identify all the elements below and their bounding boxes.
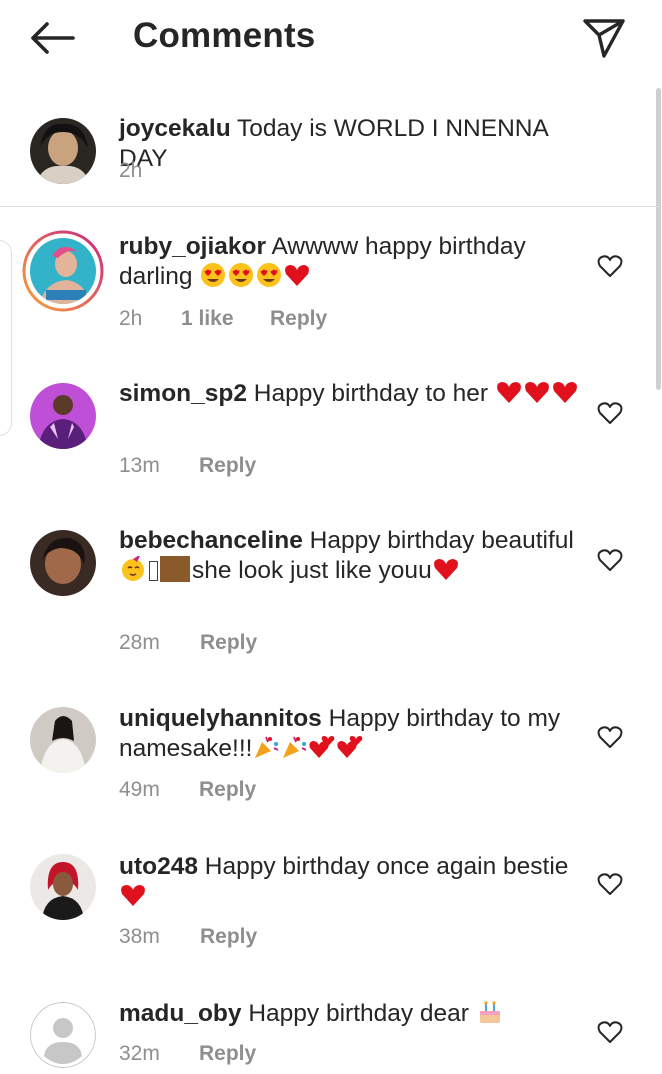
heart-outline-icon bbox=[597, 402, 623, 424]
reply-button[interactable]: Reply bbox=[199, 454, 256, 478]
like-button[interactable] bbox=[596, 1018, 624, 1046]
avatar[interactable] bbox=[30, 707, 96, 773]
caption-meta: 2h bbox=[119, 159, 181, 183]
like-button[interactable] bbox=[596, 399, 624, 427]
like-count[interactable]: 1 like bbox=[181, 307, 270, 331]
avatar[interactable] bbox=[30, 1002, 96, 1068]
heart-outline-icon bbox=[597, 1021, 623, 1043]
comment-text: uto248 Happy birthday once again bestie bbox=[119, 852, 589, 912]
comment-body: Happy birthday to her bbox=[247, 380, 495, 407]
heart-outline-icon bbox=[597, 873, 623, 895]
comment-username[interactable]: simon_sp2 bbox=[119, 380, 247, 407]
comment-body: Happy birthday beautiful bbox=[302, 527, 574, 554]
heart-eyes-emoji bbox=[199, 263, 283, 290]
comment-meta: 13m Reply bbox=[119, 454, 256, 478]
page-title: Comments bbox=[133, 16, 316, 55]
heart-outline-icon bbox=[597, 255, 623, 277]
comment-text: ruby_ojiakor Awwww happy birthday darlin… bbox=[119, 232, 589, 292]
red-heart-emoji bbox=[283, 263, 311, 290]
comment-meta: 32m Reply bbox=[119, 1042, 256, 1066]
reply-button[interactable]: Reply bbox=[199, 778, 256, 802]
reply-button[interactable]: Reply bbox=[270, 307, 327, 331]
timestamp: 13m bbox=[119, 454, 160, 477]
skin-tone-modifier bbox=[149, 561, 158, 581]
avatar[interactable] bbox=[30, 530, 96, 596]
timestamp: 32m bbox=[119, 1042, 160, 1065]
timestamp: 49m bbox=[119, 778, 160, 801]
caption-username[interactable]: joycekalu bbox=[119, 115, 231, 142]
heart-outline-icon bbox=[597, 726, 623, 748]
red-heart-emoji bbox=[495, 380, 579, 407]
comment-meta: 49m Reply bbox=[119, 778, 256, 802]
comment-meta: 2h 1 like Reply bbox=[119, 307, 327, 331]
comment-meta: 38m Reply bbox=[119, 925, 257, 949]
comment-username[interactable]: uto248 bbox=[119, 853, 198, 880]
comment-username[interactable]: madu_oby bbox=[119, 1000, 242, 1027]
red-heart-emoji bbox=[119, 883, 147, 910]
top-bar: Comments bbox=[0, 0, 662, 80]
timestamp: 38m bbox=[119, 925, 160, 948]
like-button[interactable] bbox=[596, 723, 624, 751]
timestamp: 28m bbox=[119, 631, 160, 654]
comment-body: Happy birthday once again bestie bbox=[197, 853, 569, 880]
comment-username[interactable]: uniquelyhannitos bbox=[119, 705, 322, 732]
comment-text: uniquelyhannitos Happy birthday to my na… bbox=[119, 704, 589, 764]
comment-text: bebechanceline Happy birthday beautiful … bbox=[119, 526, 589, 586]
party-popper-emoji bbox=[252, 735, 308, 762]
heart-outline-icon bbox=[597, 549, 623, 571]
back-button[interactable] bbox=[26, 18, 78, 58]
like-button[interactable] bbox=[596, 546, 624, 574]
arrow-left-icon bbox=[31, 22, 75, 54]
timestamp: 2h bbox=[119, 307, 143, 330]
avatar[interactable] bbox=[22, 230, 104, 312]
reply-button[interactable]: Reply bbox=[199, 1042, 256, 1066]
comment-text: simon_sp2 Happy birthday to her bbox=[119, 379, 589, 409]
comment-text: madu_oby Happy birthday dear bbox=[119, 999, 589, 1029]
direct-message-button[interactable] bbox=[578, 14, 630, 62]
side-panel-edge bbox=[0, 240, 12, 436]
avatar[interactable] bbox=[30, 854, 96, 920]
comment-body: Happy birthday dear bbox=[241, 1000, 476, 1027]
party-face-emoji bbox=[119, 556, 147, 584]
comment-body-continued: she look just like youu bbox=[192, 557, 432, 584]
comment-username[interactable]: bebechanceline bbox=[119, 527, 303, 554]
reply-button[interactable]: Reply bbox=[200, 631, 257, 655]
post-caption: joycekalu Today is WORLD I NNENNA DAY 2h bbox=[0, 100, 662, 207]
paper-plane-icon bbox=[583, 19, 625, 58]
red-heart-emoji bbox=[432, 557, 460, 584]
birthday-cake-emoji bbox=[476, 1000, 504, 1027]
comment-username[interactable]: ruby_ojiakor bbox=[119, 233, 266, 260]
timestamp: 2h bbox=[119, 159, 143, 182]
brown-square-emoji bbox=[160, 556, 190, 582]
like-button[interactable] bbox=[596, 870, 624, 898]
avatar[interactable] bbox=[30, 383, 96, 449]
comment-meta: 28m Reply bbox=[119, 631, 257, 655]
like-button[interactable] bbox=[596, 252, 624, 280]
two-hearts-emoji bbox=[308, 735, 364, 762]
reply-button[interactable]: Reply bbox=[200, 925, 257, 949]
avatar[interactable] bbox=[30, 118, 96, 184]
caption-text: joycekalu Today is WORLD I NNENNA DAY bbox=[119, 114, 589, 174]
